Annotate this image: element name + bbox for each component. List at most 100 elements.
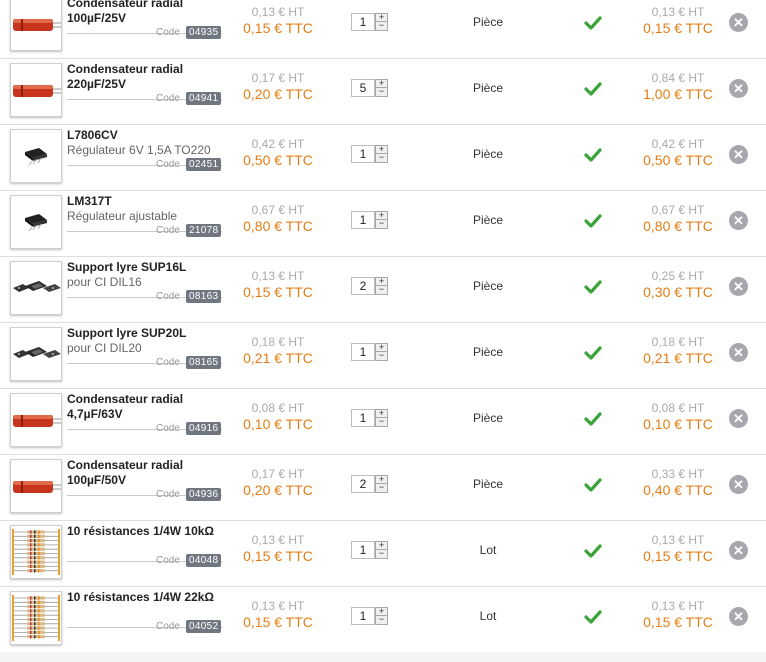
code-label: Code xyxy=(156,159,180,170)
code-label: Code xyxy=(156,555,180,566)
total-price-ttc: 0,15 € TTC xyxy=(643,548,713,564)
code-label: Code xyxy=(156,27,180,38)
total-price-ht: 0,42 € HT xyxy=(651,137,705,151)
quantity-stepper[interactable]: + − xyxy=(375,211,388,229)
unit-price-ttc: 0,20 € TTC xyxy=(243,482,313,498)
decrement-icon[interactable]: − xyxy=(375,153,388,163)
in-stock-check-icon xyxy=(584,147,602,163)
product-subtitle: 220µF/25V xyxy=(67,77,126,91)
in-stock-check-icon xyxy=(584,81,602,97)
remove-item-icon[interactable]: ✕ xyxy=(729,475,748,494)
product-thumbnail[interactable] xyxy=(10,0,62,51)
sale-unit: Lot xyxy=(479,543,497,557)
quantity-stepper[interactable]: + − xyxy=(375,277,388,295)
product-code: 04936 xyxy=(186,488,222,501)
cart-row: Condensateur radial 100µF/25V Code 04935 0,1… xyxy=(0,0,766,58)
unit-price-ht: 0,08 € HT xyxy=(251,401,305,415)
quantity-stepper[interactable]: + − xyxy=(375,343,388,361)
product-thumbnail[interactable] xyxy=(10,591,62,645)
product-thumbnail[interactable] xyxy=(10,261,62,315)
product-subtitle: 4,7µF/63V xyxy=(67,407,123,421)
unit-price-ttc: 0,50 € TTC xyxy=(243,152,313,168)
unit-price-ttc: 0,15 € TTC xyxy=(243,614,313,630)
cart-row: LM317T Régulateur ajustable Code 21078 0,67 … xyxy=(0,190,766,256)
product-thumbnail[interactable] xyxy=(10,393,62,447)
code-label: Code xyxy=(156,423,180,434)
quantity-input[interactable]: 1 xyxy=(351,343,375,361)
decrement-icon[interactable]: − xyxy=(375,549,388,559)
quantity-input[interactable]: 1 xyxy=(351,409,375,427)
code-label: Code xyxy=(156,621,180,632)
quantity-input[interactable]: 1 xyxy=(351,607,375,625)
remove-item-icon[interactable]: ✕ xyxy=(729,409,748,428)
quantity-stepper[interactable]: + − xyxy=(375,541,388,559)
total-price-ttc: 1,00 € TTC xyxy=(643,86,713,102)
quantity-input[interactable]: 2 xyxy=(351,475,375,493)
product-name[interactable]: 10 résistances 1/4W 22kΩ xyxy=(67,590,227,605)
remove-item-icon[interactable]: ✕ xyxy=(729,607,748,626)
in-stock-check-icon xyxy=(584,543,602,559)
in-stock-check-icon xyxy=(584,477,602,493)
quantity-input[interactable]: 1 xyxy=(351,211,375,229)
unit-price-ttc: 0,15 € TTC xyxy=(243,20,313,36)
unit-price-ht: 0,42 € HT xyxy=(251,137,305,151)
quantity-stepper[interactable]: + − xyxy=(375,79,388,97)
quantity-stepper[interactable]: + − xyxy=(375,409,388,427)
product-name[interactable]: 10 résistances 1/4W 10kΩ xyxy=(67,524,227,539)
quantity-input[interactable]: 2 xyxy=(351,277,375,295)
product-name[interactable]: Condensateur radial xyxy=(67,458,227,473)
total-price-ht: 0,25 € HT xyxy=(651,269,705,283)
product-name[interactable]: Condensateur radial xyxy=(67,392,227,407)
total-price-ht: 0,67 € HT xyxy=(651,203,705,217)
decrement-icon[interactable]: − xyxy=(375,417,388,427)
product-thumbnail[interactable] xyxy=(10,327,62,381)
product-name[interactable]: Support lyre SUP16L xyxy=(67,260,227,275)
quantity-stepper[interactable]: + − xyxy=(375,145,388,163)
in-stock-check-icon xyxy=(584,15,602,31)
total-price-ttc: 0,15 € TTC xyxy=(643,614,713,630)
remove-item-icon[interactable]: ✕ xyxy=(729,13,748,32)
product-code: 08165 xyxy=(186,356,222,369)
quantity-stepper[interactable]: + − xyxy=(375,13,388,31)
quantity-input[interactable]: 1 xyxy=(351,541,375,559)
sale-unit: Pièce xyxy=(472,213,504,227)
product-thumbnail[interactable] xyxy=(10,63,62,117)
quantity-stepper[interactable]: + − xyxy=(375,607,388,625)
remove-item-icon[interactable]: ✕ xyxy=(729,541,748,560)
total-price-ht: 0,33 € HT xyxy=(651,467,705,481)
code-label: Code xyxy=(156,225,180,236)
product-name[interactable]: Condensateur radial xyxy=(67,0,227,11)
product-name[interactable]: Condensateur radial xyxy=(67,62,227,77)
product-thumbnail[interactable] xyxy=(10,195,62,249)
decrement-icon[interactable]: − xyxy=(375,219,388,229)
remove-item-icon[interactable]: ✕ xyxy=(729,277,748,296)
product-subtitle: 100µF/25V xyxy=(67,11,126,25)
decrement-icon[interactable]: − xyxy=(375,615,388,625)
remove-item-icon[interactable]: ✕ xyxy=(729,79,748,98)
decrement-icon[interactable]: − xyxy=(375,285,388,295)
product-thumbnail[interactable] xyxy=(10,525,62,579)
quantity-input[interactable]: 1 xyxy=(351,13,375,31)
product-thumbnail[interactable] xyxy=(10,129,62,183)
product-name[interactable]: L7806CV xyxy=(67,128,227,143)
total-price-ttc: 0,10 € TTC xyxy=(643,416,713,432)
unit-price-ht: 0,18 € HT xyxy=(251,335,305,349)
unit-price-ht: 0,13 € HT xyxy=(251,599,305,613)
decrement-icon[interactable]: − xyxy=(375,351,388,361)
in-stock-check-icon xyxy=(584,609,602,625)
unit-price-ttc: 0,10 € TTC xyxy=(243,416,313,432)
product-thumbnail[interactable] xyxy=(10,459,62,513)
decrement-icon[interactable]: − xyxy=(375,483,388,493)
quantity-input[interactable]: 1 xyxy=(351,145,375,163)
quantity-stepper[interactable]: + − xyxy=(375,475,388,493)
remove-item-icon[interactable]: ✕ xyxy=(729,145,748,164)
in-stock-check-icon xyxy=(584,411,602,427)
quantity-input[interactable]: 5 xyxy=(351,79,375,97)
sale-unit: Pièce xyxy=(472,411,504,425)
remove-item-icon[interactable]: ✕ xyxy=(729,211,748,230)
product-name[interactable]: LM317T xyxy=(67,194,227,209)
decrement-icon[interactable]: − xyxy=(375,21,388,31)
remove-item-icon[interactable]: ✕ xyxy=(729,343,748,362)
decrement-icon[interactable]: − xyxy=(375,87,388,97)
product-name[interactable]: Support lyre SUP20L xyxy=(67,326,227,341)
